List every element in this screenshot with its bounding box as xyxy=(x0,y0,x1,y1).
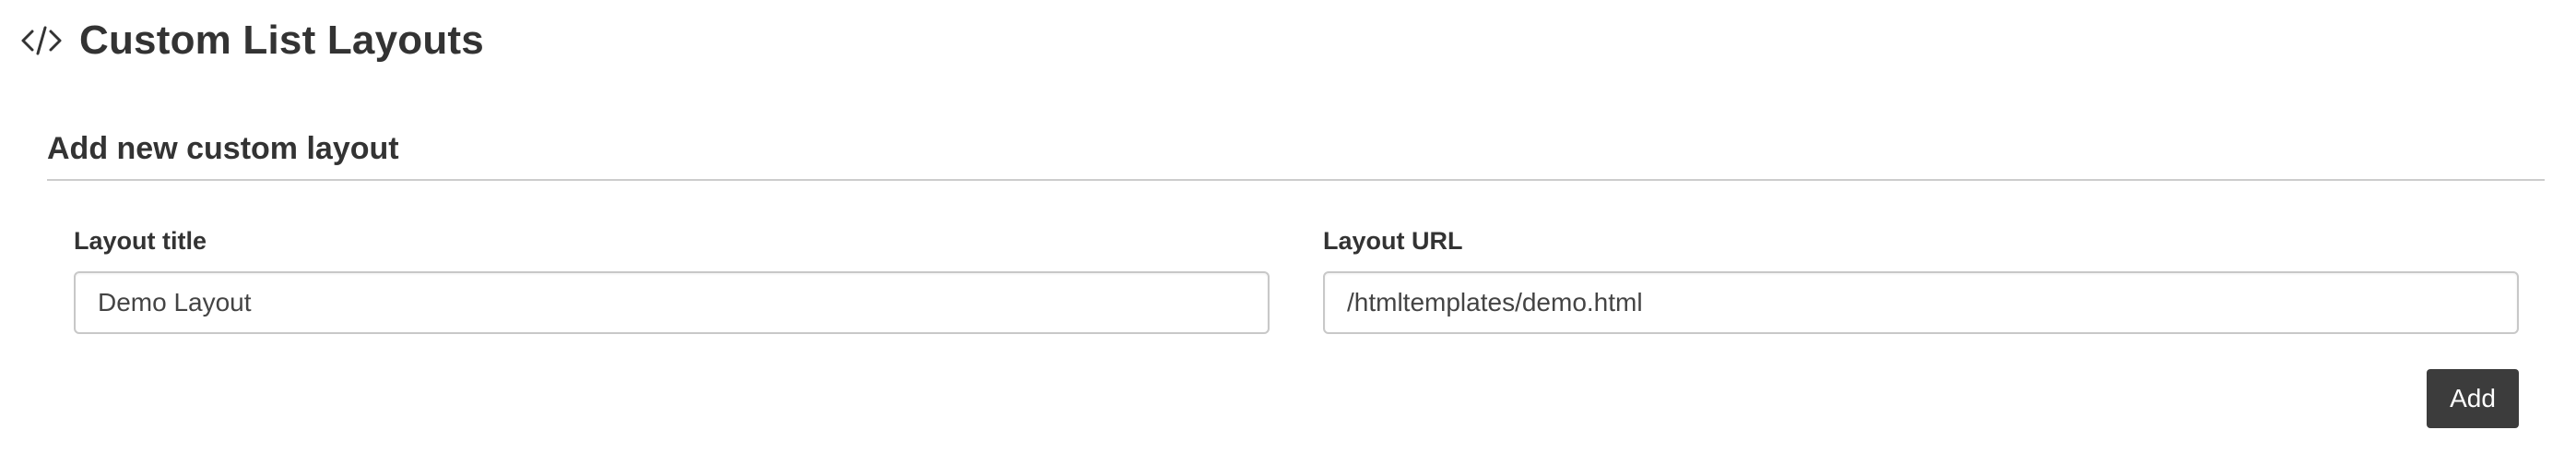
page-header: Custom List Layouts xyxy=(20,13,484,68)
layout-url-field: Layout URL xyxy=(1323,225,2519,334)
add-button[interactable]: Add xyxy=(2427,369,2519,428)
section-divider xyxy=(47,179,2545,181)
code-icon xyxy=(20,22,63,59)
custom-list-layouts-page: Custom List Layouts Add new custom layou… xyxy=(0,0,2576,454)
page-title: Custom List Layouts xyxy=(79,18,484,63)
add-layout-section: Add new custom layout xyxy=(47,122,2545,181)
layout-title-field: Layout title xyxy=(74,225,1270,334)
layout-url-label: Layout URL xyxy=(1323,227,1463,255)
layout-title-label: Layout title xyxy=(74,227,207,255)
layout-title-input[interactable] xyxy=(74,271,1270,334)
layout-url-input[interactable] xyxy=(1323,271,2519,334)
section-title: Add new custom layout xyxy=(47,131,399,166)
